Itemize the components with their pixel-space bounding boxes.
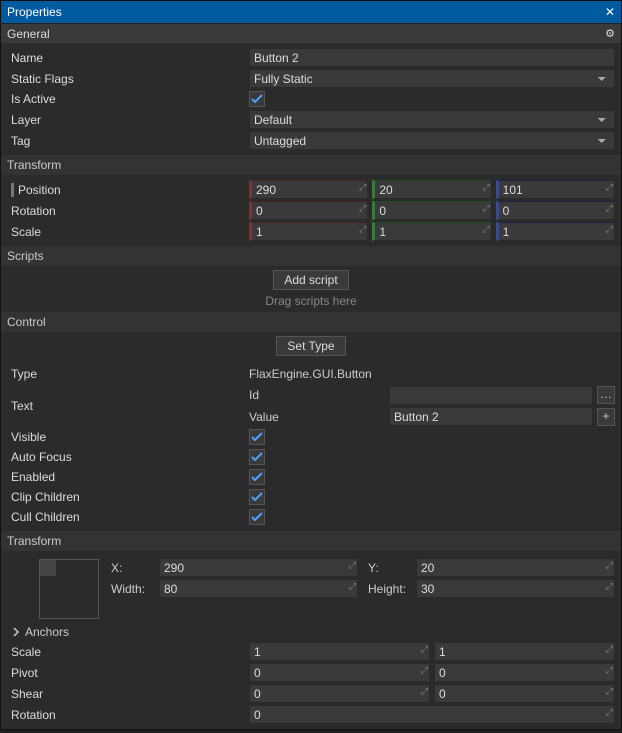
- expand-icon[interactable]: ⤢: [359, 203, 366, 214]
- expand-icon[interactable]: ⤢: [349, 560, 356, 571]
- type-value: FlaxEngine.GUI.Button: [249, 367, 615, 381]
- expand-icon[interactable]: ⤢: [606, 707, 613, 718]
- y-input[interactable]: [416, 558, 615, 577]
- gear-icon[interactable]: ⚙: [605, 27, 615, 40]
- visible-checkbox[interactable]: [249, 429, 265, 445]
- section-general-title: General: [7, 27, 50, 41]
- rotation2-input[interactable]: [249, 705, 615, 724]
- scale-x-input[interactable]: [249, 222, 368, 241]
- expand-icon[interactable]: ⤢: [606, 182, 613, 193]
- pivot-y-input[interactable]: [434, 663, 615, 682]
- expand-icon[interactable]: ⤢: [359, 224, 366, 235]
- scale-y-input[interactable]: [372, 222, 491, 241]
- cull-children-checkbox[interactable]: [249, 509, 265, 525]
- position-x-input[interactable]: [249, 180, 368, 199]
- add-script-button[interactable]: Add script: [273, 270, 348, 290]
- anchors-expander[interactable]: Anchors: [5, 623, 621, 641]
- pivot-x-input[interactable]: [249, 663, 430, 682]
- rotation2-label: Rotation: [11, 708, 249, 722]
- visible-label: Visible: [11, 430, 249, 444]
- position-y-input[interactable]: [372, 180, 491, 199]
- expand-icon[interactable]: ⤢: [359, 182, 366, 193]
- position-z-input[interactable]: [496, 180, 615, 199]
- expand-icon[interactable]: ⤢: [482, 224, 489, 235]
- layer-label: Layer: [11, 113, 249, 127]
- expand-icon[interactable]: ⤢: [606, 644, 613, 655]
- height-label: Height:: [368, 582, 410, 596]
- scale2-label: Scale: [11, 645, 249, 659]
- value-label: Value: [249, 410, 389, 424]
- expand-icon[interactable]: ⤢: [349, 581, 356, 592]
- section-control[interactable]: Control: [1, 312, 621, 332]
- id-input[interactable]: [389, 386, 593, 405]
- expand-icon[interactable]: ⤢: [606, 686, 613, 697]
- section-transform2[interactable]: Transform: [1, 531, 621, 551]
- scale2-y-input[interactable]: [434, 642, 615, 661]
- height-input[interactable]: [416, 579, 615, 598]
- section-transform[interactable]: Transform: [1, 155, 621, 175]
- tag-select[interactable]: Untagged: [249, 131, 615, 150]
- clip-children-label: Clip Children: [11, 490, 249, 504]
- x-label: X:: [111, 561, 153, 575]
- rotation-z-input[interactable]: [496, 201, 615, 220]
- value-add-button[interactable]: +: [597, 408, 615, 426]
- tag-label: Tag: [11, 134, 249, 148]
- section-scripts[interactable]: Scripts: [1, 246, 621, 266]
- anchor-preset[interactable]: [39, 559, 99, 619]
- name-input[interactable]: [249, 48, 615, 67]
- y-label: Y:: [368, 561, 410, 575]
- id-label: Id: [249, 388, 389, 402]
- section-general[interactable]: General ⚙: [1, 23, 621, 43]
- rotation-y-input[interactable]: [372, 201, 491, 220]
- id-more-button[interactable]: …: [597, 386, 615, 404]
- expand-icon[interactable]: ⤢: [606, 581, 613, 592]
- autofocus-label: Auto Focus: [11, 450, 249, 464]
- scale-z-input[interactable]: [496, 222, 615, 241]
- autofocus-checkbox[interactable]: [249, 449, 265, 465]
- shear-label: Shear: [11, 687, 249, 701]
- is-active-label: Is Active: [11, 92, 249, 106]
- value-input[interactable]: [389, 407, 593, 426]
- static-flags-select[interactable]: Fully Static: [249, 69, 615, 88]
- text-label: Text: [11, 399, 249, 413]
- rotation-label: Rotation: [11, 204, 249, 218]
- clip-children-checkbox[interactable]: [249, 489, 265, 505]
- expand-icon[interactable]: ⤢: [606, 560, 613, 571]
- expand-icon[interactable]: ⤢: [606, 665, 613, 676]
- close-icon[interactable]: ✕: [605, 5, 615, 19]
- rotation-x-input[interactable]: [249, 201, 368, 220]
- set-type-button[interactable]: Set Type: [276, 336, 345, 356]
- cull-children-label: Cull Children: [11, 510, 249, 524]
- static-flags-label: Static Flags: [11, 72, 249, 86]
- expand-icon[interactable]: ⤢: [421, 644, 428, 655]
- width-input[interactable]: [159, 579, 358, 598]
- chevron-right-icon: [11, 627, 21, 637]
- expand-icon[interactable]: ⤢: [606, 224, 613, 235]
- enabled-checkbox[interactable]: [249, 469, 265, 485]
- scripts-hint: Drag scripts here: [265, 294, 356, 308]
- width-label: Width:: [111, 582, 153, 596]
- type-label: Type: [11, 367, 249, 381]
- x-input[interactable]: [159, 558, 358, 577]
- shear-x-input[interactable]: [249, 684, 430, 703]
- window-title: Properties: [7, 5, 62, 19]
- layer-select[interactable]: Default: [249, 110, 615, 129]
- expand-icon[interactable]: ⤢: [482, 203, 489, 214]
- pivot-label: Pivot: [11, 666, 249, 680]
- shear-y-input[interactable]: [434, 684, 615, 703]
- expand-icon[interactable]: ⤢: [421, 686, 428, 697]
- expand-icon[interactable]: ⤢: [421, 665, 428, 676]
- titlebar[interactable]: Properties ✕: [1, 1, 621, 23]
- expand-icon[interactable]: ⤢: [606, 203, 613, 214]
- name-label: Name: [11, 51, 249, 65]
- scale2-x-input[interactable]: [249, 642, 430, 661]
- position-label: Position: [11, 183, 249, 197]
- scale-label: Scale: [11, 225, 249, 239]
- expand-icon[interactable]: ⤢: [482, 182, 489, 193]
- enabled-label: Enabled: [11, 470, 249, 484]
- is-active-checkbox[interactable]: [249, 91, 265, 107]
